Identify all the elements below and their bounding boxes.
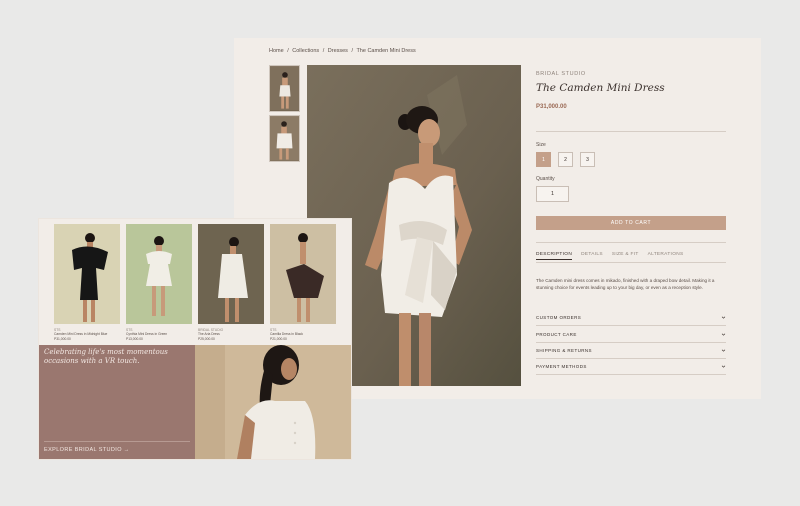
product-thumbnail-1[interactable] xyxy=(269,65,300,112)
accordion-label: CUSTOM ORDERS xyxy=(536,315,582,320)
model-photo xyxy=(54,224,120,324)
accordion-label: PAYMENT METHODS xyxy=(536,364,587,369)
tile-price: P25,000.00 xyxy=(198,336,215,341)
breadcrumb: Home / Collections / Dresses / The Camde… xyxy=(269,48,418,54)
accordion-shipping-returns[interactable]: SHIPPING & RETURNS xyxy=(536,343,726,359)
size-option-3[interactable]: 3 xyxy=(580,152,595,167)
model-photo xyxy=(270,224,336,324)
divider xyxy=(536,242,726,243)
promo-image xyxy=(195,345,351,459)
breadcrumb-collections[interactable]: Collections xyxy=(292,48,319,54)
promo-heading: Celebrating life's most momentous occasi… xyxy=(44,348,168,365)
product-tile-image xyxy=(270,224,336,324)
size-option-2[interactable]: 2 xyxy=(558,152,573,167)
divider xyxy=(536,262,726,263)
tile-price: P13,000.00 xyxy=(126,336,143,341)
add-to-cart-button[interactable]: ADD TO CART xyxy=(536,216,726,230)
promo-panel: Celebrating life's most momentous occasi… xyxy=(39,345,195,459)
size-option-1[interactable]: 1 xyxy=(536,152,551,167)
divider xyxy=(44,441,190,442)
product-description: The Camden mini dress comes in mikado, f… xyxy=(536,278,715,290)
collection-page: STS Camden Mini Dress in Midnight Blue P… xyxy=(39,219,351,459)
product-tile[interactable]: BRIDAL STUDIO The Aria Dress P25,000.00 xyxy=(198,224,264,341)
product-brand: BRIDAL STUDIO xyxy=(536,71,586,77)
product-tabs: DESCRIPTION DETAILS SIZE & FIT ALTERATIO… xyxy=(536,252,726,260)
product-tile[interactable]: STS Camden Mini Dress in Midnight Blue P… xyxy=(54,224,120,341)
product-tile-image xyxy=(198,224,264,324)
model-photo xyxy=(198,224,264,324)
chevron-down-icon xyxy=(721,349,726,352)
quantity-input[interactable]: 1 xyxy=(536,186,569,202)
model-photo xyxy=(195,345,351,459)
tab-alterations[interactable]: ALTERATIONS xyxy=(648,252,684,260)
breadcrumb-dresses[interactable]: Dresses xyxy=(328,48,348,54)
chevron-down-icon xyxy=(721,365,726,368)
tile-price: P21,000.00 xyxy=(270,336,287,341)
accordion-label: SHIPPING & RETURNS xyxy=(536,348,592,353)
breadcrumb-separator: / xyxy=(322,48,325,54)
accordion-product-care[interactable]: PRODUCT CARE xyxy=(536,327,726,343)
product-thumbnail-2[interactable] xyxy=(269,115,300,162)
accordion-custom-orders[interactable]: CUSTOM ORDERS xyxy=(536,310,726,326)
product-tile-image xyxy=(54,224,120,324)
accordion-payment-methods[interactable]: PAYMENT METHODS xyxy=(536,359,726,375)
breadcrumb-current: The Camden Mini Dress xyxy=(356,48,416,54)
tile-price: P31,000.00 xyxy=(54,336,71,341)
product-tile-image xyxy=(126,224,192,324)
tab-size-fit[interactable]: SIZE & FIT xyxy=(612,252,639,260)
breadcrumb-home[interactable]: Home xyxy=(269,48,284,54)
product-tile[interactable]: STS Camilla Dress in Black P21,000.00 xyxy=(270,224,336,341)
chevron-down-icon xyxy=(721,333,726,336)
divider xyxy=(536,131,726,132)
thumbnail-image xyxy=(270,66,299,111)
product-tile[interactable]: STS Cynthia Mini Dress in Green P13,000.… xyxy=(126,224,192,341)
model-photo xyxy=(126,224,192,324)
product-title: The Camden Mini Dress xyxy=(536,82,665,94)
size-label: Size xyxy=(536,142,546,148)
tab-description[interactable]: DESCRIPTION xyxy=(536,252,573,260)
quantity-label: Quantity xyxy=(536,176,555,182)
breadcrumb-separator: / xyxy=(351,48,353,54)
chevron-down-icon xyxy=(721,316,726,319)
accordion-label: PRODUCT CARE xyxy=(536,332,577,337)
breadcrumb-separator: / xyxy=(287,48,289,54)
thumbnail-image xyxy=(270,116,299,161)
explore-bridal-studio-link[interactable]: EXPLORE BRIDAL STUDIO → xyxy=(44,447,130,453)
bridal-promo-banner: Celebrating life's most momentous occasi… xyxy=(39,345,351,459)
tab-details[interactable]: DETAILS xyxy=(581,252,603,260)
product-price: P31,000.00 xyxy=(536,104,567,110)
